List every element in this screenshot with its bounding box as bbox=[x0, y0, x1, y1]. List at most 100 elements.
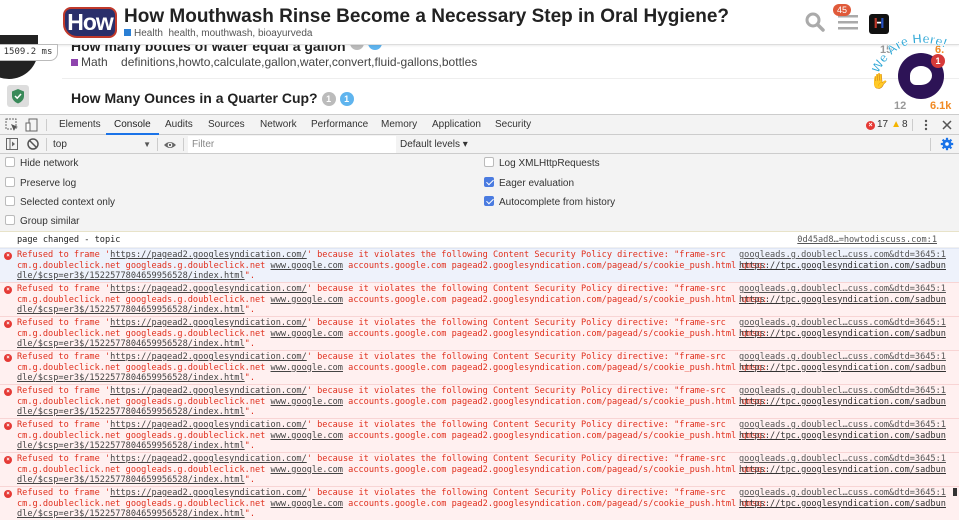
hamburger-menu-icon[interactable] bbox=[838, 14, 858, 30]
error-link[interactable]: https://tpc.googlesyndication.com/sadbun bbox=[739, 397, 946, 408]
error-text: ' because it violates the following Cont… bbox=[306, 454, 726, 464]
checkbox-checked[interactable] bbox=[484, 177, 494, 187]
tab-network[interactable]: Network bbox=[260, 115, 297, 135]
error-url-link[interactable]: https://pagead2.googlesyndication.com/ bbox=[110, 284, 307, 294]
checkbox[interactable] bbox=[484, 157, 494, 167]
error-text: ". bbox=[244, 441, 256, 451]
list-item-meta: Math definitions,howto,calculate,gallon,… bbox=[71, 55, 477, 69]
tab-console[interactable]: Console bbox=[106, 115, 159, 135]
error-link[interactable]: https://tpc.googlesyndication.com/sadbun bbox=[739, 499, 946, 510]
error-icon: × bbox=[4, 388, 12, 396]
error-link[interactable]: dle/$csp=er3$/1522577804659956528/index.… bbox=[17, 509, 245, 519]
inspect-element-icon[interactable] bbox=[5, 118, 19, 132]
more-options-icon[interactable] bbox=[919, 118, 933, 132]
tab-application[interactable]: Application bbox=[432, 115, 481, 135]
log-source-link[interactable]: 0d45ad8…=howtodiscuss.com:1 bbox=[797, 232, 937, 248]
scroll-indicator[interactable] bbox=[953, 488, 957, 496]
error-text: ' because it violates the following Cont… bbox=[306, 386, 726, 396]
error-link[interactable]: https://tpc.googlesyndication.com/sadbun bbox=[739, 363, 946, 374]
error-source-link[interactable]: googleads.g.doublecl…cuss.com&dtd=3645:1 bbox=[739, 318, 946, 329]
error-link[interactable]: dle/$csp=er3$/1522577804659956528/index.… bbox=[17, 305, 245, 315]
error-link[interactable]: dle/$csp=er3$/1522577804659956528/index.… bbox=[17, 271, 245, 281]
error-url-link[interactable]: https://pagead2.googlesyndication.com/ bbox=[110, 454, 307, 464]
error-text: accounts.google.com pagead2.googlesyndic… bbox=[342, 396, 773, 407]
error-source-link[interactable]: googleads.g.doublecl…cuss.com&dtd=3645:1 bbox=[739, 386, 946, 397]
tab-security[interactable]: Security bbox=[495, 115, 531, 135]
checkbox[interactable] bbox=[5, 196, 15, 206]
error-link[interactable]: dle/$csp=er3$/1522577804659956528/index.… bbox=[17, 475, 245, 485]
device-toolbar-icon[interactable] bbox=[25, 118, 39, 132]
tab-memory[interactable]: Memory bbox=[381, 115, 417, 135]
error-link[interactable]: www.google.com bbox=[271, 363, 343, 373]
live-expression-eye-icon[interactable] bbox=[163, 138, 177, 152]
list-item-category[interactable]: Math bbox=[81, 55, 108, 69]
setting-selected-context-only[interactable]: Selected context only bbox=[5, 196, 115, 210]
error-link[interactable]: www.google.com bbox=[271, 431, 343, 441]
error-count: 17 bbox=[877, 119, 889, 130]
error-source-link[interactable]: googleads.g.doublecl…cuss.com&dtd=3645:1 bbox=[739, 454, 946, 465]
error-source-link[interactable]: googleads.g.doublecl…cuss.com&dtd=3645:1 bbox=[739, 420, 946, 431]
search-icon[interactable] bbox=[805, 12, 825, 32]
error-link[interactable]: www.google.com bbox=[271, 261, 343, 271]
list-item-title-text: How Many Ounces in a Quarter Cup? bbox=[71, 90, 318, 106]
error-text: Refused to frame ' bbox=[17, 454, 111, 464]
error-link[interactable]: www.google.com bbox=[271, 499, 343, 509]
error-link[interactable]: dle/$csp=er3$/1522577804659956528/index.… bbox=[17, 373, 245, 383]
error-source-link[interactable]: googleads.g.doublecl…cuss.com&dtd=3645:1 bbox=[739, 488, 946, 499]
error-link[interactable]: dle/$csp=er3$/1522577804659956528/index.… bbox=[17, 339, 245, 349]
context-selector[interactable]: top ▼ bbox=[53, 137, 153, 152]
error-source-link[interactable]: googleads.g.doublecl…cuss.com&dtd=3645:1 bbox=[739, 250, 946, 261]
list-item-tags[interactable]: definitions,howto,calculate,gallon,water… bbox=[121, 55, 477, 69]
error-link[interactable]: dle/$csp=er3$/1522577804659956528/index.… bbox=[17, 441, 245, 451]
site-logo[interactable]: How bbox=[63, 7, 117, 38]
setting-preserve-log[interactable]: Preserve log bbox=[5, 177, 76, 191]
show-sidebar-icon[interactable] bbox=[5, 137, 19, 151]
separator bbox=[930, 138, 931, 151]
checkbox-checked[interactable] bbox=[484, 196, 494, 206]
error-url-link[interactable]: https://pagead2.googlesyndication.com/ bbox=[110, 318, 307, 328]
checkbox[interactable] bbox=[5, 157, 15, 167]
tab-elements[interactable]: Elements bbox=[59, 115, 101, 135]
error-link[interactable]: https://tpc.googlesyndication.com/sadbun bbox=[739, 261, 946, 272]
console-filter-input[interactable] bbox=[188, 136, 396, 153]
error-link[interactable]: www.google.com bbox=[271, 465, 343, 475]
error-url-link[interactable]: https://pagead2.googlesyndication.com/ bbox=[110, 250, 307, 260]
close-icon[interactable] bbox=[940, 118, 954, 132]
error-link[interactable]: www.google.com bbox=[271, 329, 343, 339]
error-link[interactable]: www.google.com bbox=[271, 397, 343, 407]
error-link[interactable]: https://tpc.googlesyndication.com/sadbun bbox=[739, 329, 946, 340]
error-url-link[interactable]: https://pagead2.googlesyndication.com/ bbox=[110, 352, 307, 362]
error-url-link[interactable]: https://pagead2.googlesyndication.com/ bbox=[110, 386, 307, 396]
setting-group-similar[interactable]: Group similar bbox=[5, 215, 79, 229]
issue-counter[interactable]: × 17 ▲8 bbox=[866, 115, 908, 135]
log-levels-dropdown[interactable]: Default levels ▾ bbox=[400, 135, 468, 154]
tab-sources[interactable]: Sources bbox=[208, 115, 245, 135]
error-link[interactable]: https://tpc.googlesyndication.com/sadbun bbox=[739, 295, 946, 306]
error-link[interactable]: www.google.com bbox=[271, 295, 343, 305]
error-source-link[interactable]: googleads.g.doublecl…cuss.com&dtd=3645:1 bbox=[739, 352, 946, 363]
setting-hide-network[interactable]: Hide network bbox=[5, 157, 78, 171]
tab-audits[interactable]: Audits bbox=[165, 115, 193, 135]
error-link[interactable]: dle/$csp=er3$/1522577804659956528/index.… bbox=[17, 407, 245, 417]
article-tags[interactable]: health, mouthwash, bioayurveda bbox=[168, 28, 312, 39]
error-link[interactable]: https://tpc.googlesyndication.com/sadbun bbox=[739, 465, 946, 476]
article-title[interactable]: How Mouthwash Rinse Become a Necessary S… bbox=[124, 6, 729, 28]
error-link[interactable]: https://tpc.googlesyndication.com/sadbun bbox=[739, 431, 946, 442]
console-error-message: × Refused to frame 'https://pagead2.googl… bbox=[0, 350, 959, 384]
clear-console-icon[interactable] bbox=[26, 137, 40, 151]
tab-performance[interactable]: Performance bbox=[311, 115, 368, 135]
error-url-link[interactable]: https://pagead2.googlesyndication.com/ bbox=[110, 488, 307, 498]
console-settings-gear-icon[interactable] bbox=[940, 137, 954, 151]
setting-autocomplete-from-history[interactable]: Autocomplete from history bbox=[484, 196, 615, 210]
checkbox[interactable] bbox=[5, 177, 15, 187]
article-category[interactable]: Health bbox=[134, 28, 163, 39]
error-url-link[interactable]: https://pagead2.googlesyndication.com/ bbox=[110, 420, 307, 430]
stat-views: 12 bbox=[894, 100, 907, 112]
error-source-link[interactable]: googleads.g.doublecl…cuss.com&dtd=3645:1 bbox=[739, 284, 946, 295]
security-shield-button[interactable] bbox=[7, 85, 29, 107]
checkbox[interactable] bbox=[5, 215, 15, 225]
list-item-title[interactable]: How Many Ounces in a Quarter Cup? 1 1 bbox=[71, 90, 354, 106]
setting-log-xmlhttprequests[interactable]: Log XMLHttpRequests bbox=[484, 157, 600, 171]
setting-eager-evaluation[interactable]: Eager evaluation bbox=[484, 177, 574, 191]
log-text: page changed - topic bbox=[17, 235, 121, 245]
